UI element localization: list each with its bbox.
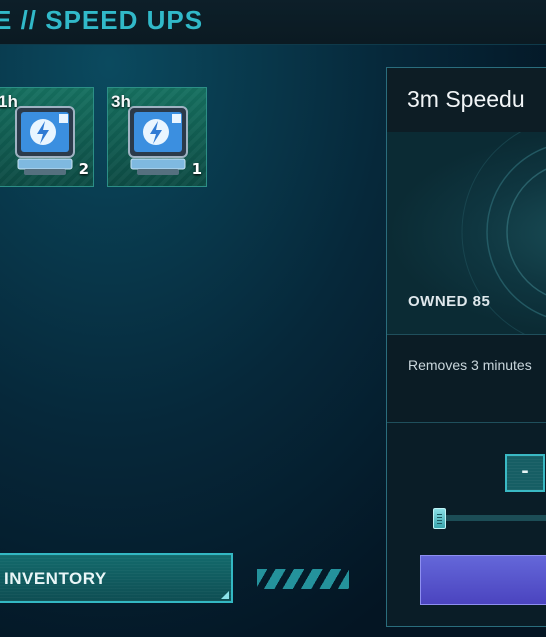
quantity-slider-track[interactable] bbox=[441, 515, 546, 521]
decrease-quantity-button[interactable]: - bbox=[505, 454, 545, 492]
top-bar: E // SPEED UPS bbox=[0, 0, 546, 45]
decorative-stripes bbox=[257, 569, 349, 589]
item-count: 2 bbox=[78, 160, 89, 178]
use-button[interactable] bbox=[420, 555, 546, 605]
item-duration: 1h bbox=[0, 92, 18, 111]
description-area: Removes 3 minutes bbox=[387, 335, 546, 423]
item-description: Removes 3 minutes bbox=[408, 357, 532, 373]
detail-header: 3m Speedu bbox=[387, 68, 546, 133]
item-count: 1 bbox=[191, 160, 202, 178]
speedup-item-1h[interactable]: 1h 2 bbox=[0, 87, 94, 187]
speedup-device-icon bbox=[15, 106, 75, 175]
speedup-device-icon bbox=[128, 106, 188, 175]
detail-panel: 3m Speedu OWNED 85 Removes 3 minutes - bbox=[386, 67, 546, 627]
corner-accent bbox=[221, 591, 229, 599]
owned-count: OWNED 85 bbox=[408, 293, 491, 310]
quantity-slider-handle[interactable] bbox=[433, 508, 446, 529]
inventory-button[interactable]: INVENTORY bbox=[0, 553, 233, 603]
speedup-item-3h[interactable]: 3h 1 bbox=[107, 87, 207, 187]
page-title: E // SPEED UPS bbox=[0, 5, 204, 35]
inventory-button-label: INVENTORY bbox=[4, 569, 107, 588]
detail-title: 3m Speedu bbox=[407, 86, 525, 112]
item-duration: 3h bbox=[111, 92, 131, 111]
